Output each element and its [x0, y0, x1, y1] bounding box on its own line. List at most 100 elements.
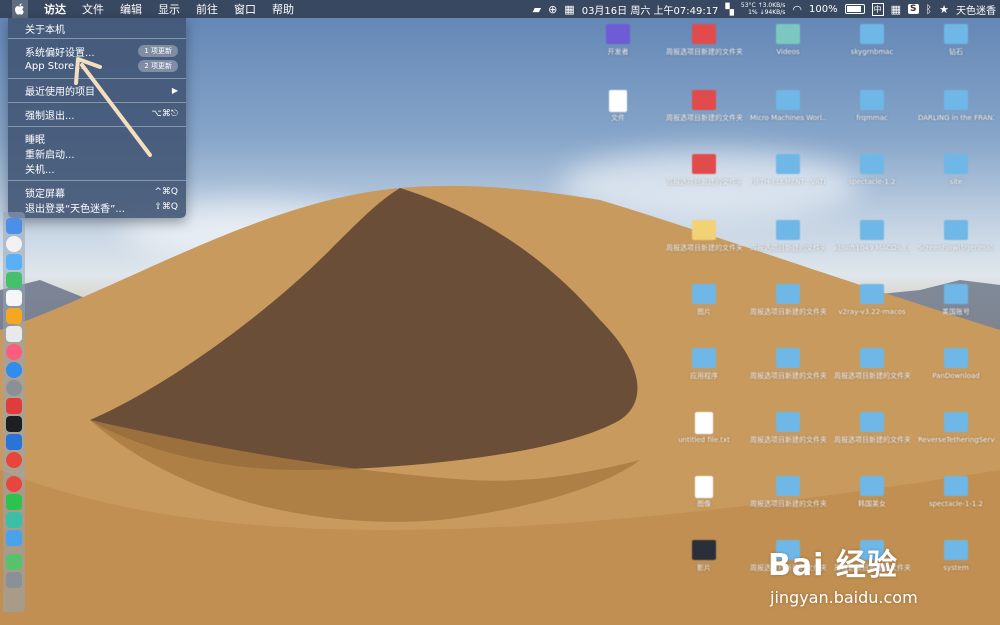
- terminal-dock-icon[interactable]: [6, 416, 22, 432]
- menu-help[interactable]: 帮助: [264, 1, 302, 17]
- menu-go[interactable]: 前往: [188, 1, 226, 17]
- desktop-icon-label: FIFTH-ELEMENT...VATED: [750, 178, 826, 186]
- folder-icon: [944, 540, 968, 560]
- desktop-icon[interactable]: spectacle-1-1.2: [918, 474, 994, 534]
- apple-icon[interactable]: [12, 0, 28, 18]
- globe-icon[interactable]: ⊕: [548, 3, 557, 16]
- app-store-dock-icon[interactable]: [6, 362, 22, 378]
- menu-window[interactable]: 窗口: [226, 1, 264, 17]
- desktop-icon[interactable]: 周报选项目新建的文件夹 6: [666, 152, 742, 212]
- desktop-icon[interactable]: system: [918, 538, 994, 598]
- qq-dock-icon[interactable]: [6, 530, 22, 546]
- desktop-icon[interactable]: 周报选项目新建的文件夹 9: [750, 282, 826, 342]
- desktop-icon[interactable]: 周报选项目新建的文件夹 11: [750, 346, 826, 406]
- desktop-icon-label: DARLING in the FRANXX: [918, 114, 994, 122]
- desktop-icon[interactable]: site: [918, 152, 994, 212]
- battery-icon[interactable]: [844, 4, 865, 14]
- finder-dock-icon[interactable]: [6, 218, 22, 234]
- system-monitor[interactable]: 53°C ↑3.0KB/s 1% ↓94KB/s: [741, 2, 786, 16]
- desktop-icon[interactable]: 周报选项目新建的文件夹 10: [750, 218, 826, 278]
- menu-separator: [8, 180, 186, 181]
- desktop-icon[interactable]: v2ray-v3.22-macos: [834, 282, 910, 342]
- menu-edit[interactable]: 编辑: [112, 1, 150, 17]
- desktop-icon-label: system: [943, 564, 969, 572]
- yandex-dock-icon[interactable]: [6, 452, 22, 468]
- grid-icon[interactable]: ▦: [891, 3, 901, 16]
- desktop-icon[interactable]: skygrnbmac: [834, 22, 910, 82]
- desktop-icon[interactable]: 钻石: [918, 22, 994, 82]
- desktop-icon[interactable]: Videos: [750, 22, 826, 82]
- desktop-icon[interactable]: Micro Machines Worl...VATED: [750, 88, 826, 148]
- desktop-icon[interactable]: 开发者: [580, 22, 656, 82]
- user-name[interactable]: 天色迷香: [956, 2, 996, 17]
- desktop-icon[interactable]: 周报选项目新建的文件夹 3: [750, 474, 826, 534]
- desktop-icon[interactable]: DARLING in the FRANXX: [918, 88, 994, 148]
- app-dock-icon[interactable]: [6, 512, 22, 528]
- menu-finder[interactable]: 访达: [36, 1, 74, 17]
- cpu-usage: 1%: [748, 9, 758, 16]
- menu-view[interactable]: 显示: [150, 1, 188, 17]
- bookmark-icon[interactable]: ▚: [725, 3, 733, 16]
- desktop-icon[interactable]: 周报选项目新建的文件夹 5: [666, 88, 742, 148]
- menu-file[interactable]: 文件: [74, 1, 112, 17]
- notification-icon[interactable]: ▰: [533, 3, 541, 16]
- star-icon[interactable]: ★: [939, 3, 949, 16]
- desktop-icon[interactable]: 周报选项目新建的文件夹 2: [666, 218, 742, 278]
- desktop-icon[interactable]: FIFTH-ELEMENT...VATED: [750, 152, 826, 212]
- bluetooth-icon[interactable]: ᛒ: [926, 3, 933, 16]
- calendar-icon[interactable]: ▦: [564, 3, 574, 16]
- desktop-icon[interactable]: 周报选项目新建的文件夹 12: [834, 410, 910, 470]
- desktop-icon[interactable]: ScreenFlow(f/gerima)...master: [918, 218, 994, 278]
- desktop-icon[interactable]: 文件: [580, 88, 656, 148]
- desktop-icon[interactable]: untitled file.txt: [666, 410, 742, 470]
- desktop-icon-label: PanDownload: [932, 372, 980, 380]
- wifi-icon[interactable]: ◠: [792, 3, 802, 16]
- desktop-icon[interactable]: 韩国美女: [834, 474, 910, 534]
- messages-dock-icon[interactable]: [6, 254, 22, 270]
- desktop-icon[interactable]: 美国账号: [918, 282, 994, 342]
- baidu-watermark: Bai 经验 jingyan.baidu.com: [768, 540, 918, 607]
- wechat-dock-icon[interactable]: [6, 494, 22, 510]
- s-app-icon[interactable]: S: [908, 4, 919, 14]
- desktop-icon[interactable]: 周报选项目新建的文件夹 7: [750, 410, 826, 470]
- desktop-icon[interactable]: 应用程序: [666, 346, 742, 406]
- desktop-icon[interactable]: 周报选项目新建的文件夹 13: [834, 346, 910, 406]
- folder-icon: [860, 154, 884, 174]
- desktop-icon[interactable]: 影片: [666, 538, 742, 598]
- input-method[interactable]: 中: [871, 2, 884, 16]
- notes-dock-icon[interactable]: [6, 290, 22, 306]
- desktop-icon-label: 图像: [697, 500, 711, 508]
- battery-percent[interactable]: 100%: [809, 4, 838, 15]
- facetime-dock-icon[interactable]: [6, 272, 22, 288]
- folder-icon: [944, 476, 968, 496]
- desktop-icon[interactable]: ReverseTetheringServer_1.2.0: [918, 410, 994, 470]
- menu-logout[interactable]: 退出登录“天色迷香”... ⇧⌘Q: [8, 200, 186, 215]
- document-dock-icon[interactable]: [6, 554, 22, 570]
- vpn-dock-icon[interactable]: [6, 434, 22, 450]
- net-down: ↓94KB/s: [759, 9, 786, 16]
- desktop-icon[interactable]: frqmmac: [834, 88, 910, 148]
- desktop-icon[interactable]: kbsoft1049 MACOS...ECOO: [834, 218, 910, 278]
- desktop-icon-label: 周报选项目新建的文件夹 6: [666, 178, 742, 186]
- file-icon: [695, 476, 713, 498]
- keynote-dock-icon[interactable]: [6, 326, 22, 342]
- netease-dock-icon[interactable]: [6, 476, 22, 492]
- menu-about-this-mac[interactable]: 关于本机: [8, 21, 186, 36]
- system-preferences-dock-icon[interactable]: [6, 380, 22, 396]
- numbers-dock-icon[interactable]: [6, 308, 22, 324]
- desktop-icon[interactable]: spectacle-1.2: [834, 152, 910, 212]
- menu-lock-screen[interactable]: 锁定屏幕 ^⌘Q: [8, 185, 186, 200]
- desktop-icon[interactable]: 图片: [666, 282, 742, 342]
- chrome-dock-icon[interactable]: [6, 236, 22, 252]
- desktop-icon-label: 图片: [697, 308, 711, 316]
- folder-icon: [606, 24, 630, 44]
- music-dock-icon[interactable]: [6, 344, 22, 360]
- desktop-icon-label: 周报选项目新建的文件夹 13: [834, 372, 910, 380]
- desktop-icon[interactable]: 周报选项目新建的文件夹 4: [666, 22, 742, 82]
- desktop-icon-label: spectacle-1.2: [848, 178, 896, 186]
- datetime[interactable]: 03月16日 周六 上午07:49:17: [582, 2, 719, 17]
- desktop-icon[interactable]: PanDownload: [918, 346, 994, 406]
- trash-dock-icon[interactable]: [6, 572, 22, 588]
- desktop-icon[interactable]: 图像: [666, 474, 742, 534]
- vivaldi-dock-icon[interactable]: [6, 398, 22, 414]
